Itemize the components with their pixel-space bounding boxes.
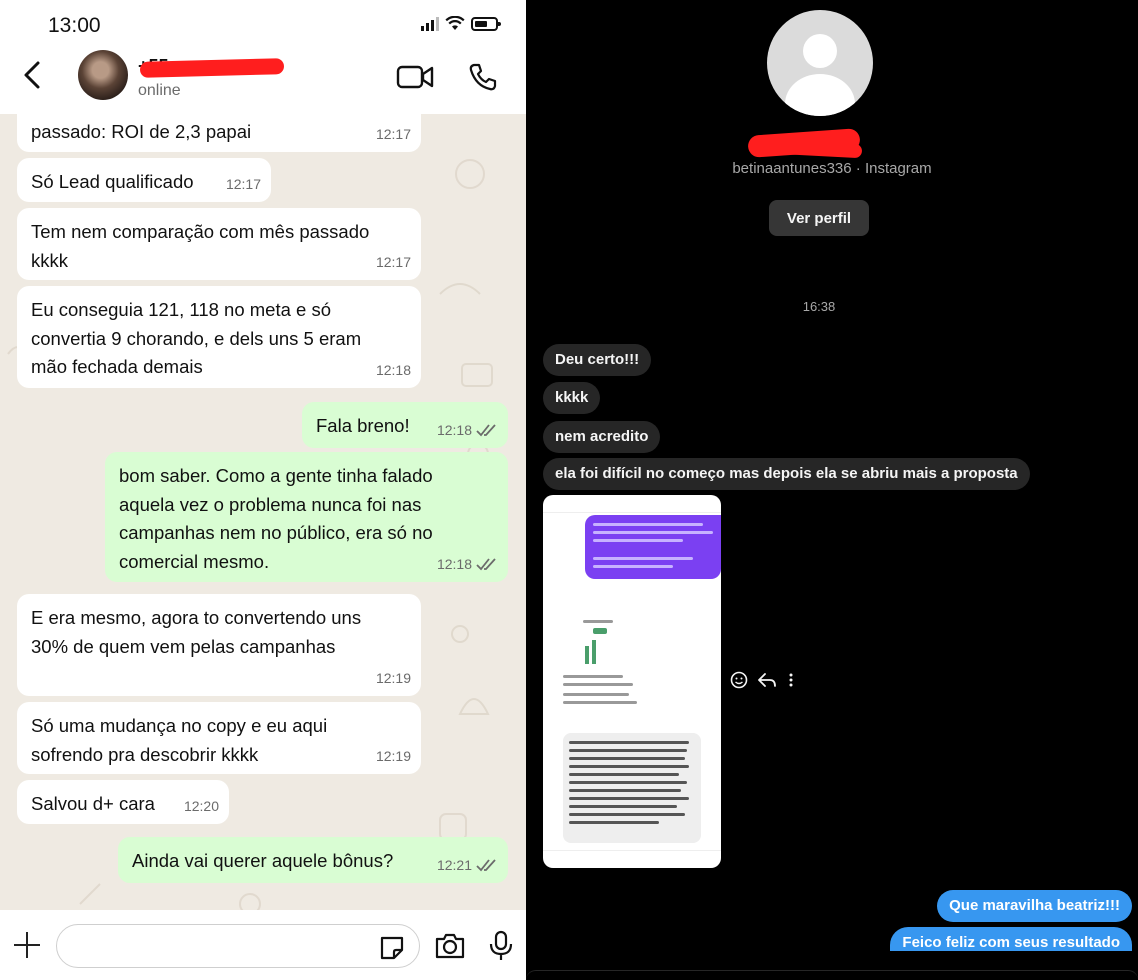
back-arrow-icon[interactable] [18, 60, 48, 90]
incoming-message[interactable]: Eu conseguia 121, 118 no meta e só conve… [17, 286, 421, 388]
message-input[interactable] [56, 924, 420, 968]
video-call-icon[interactable] [396, 64, 434, 90]
profile-avatar-placeholder[interactable] [767, 10, 873, 116]
double-check-icon [476, 424, 496, 437]
message-text: E era mesmo, agora to convertendo uns 30… [31, 607, 362, 657]
incoming-message[interactable]: E era mesmo, agora to convertendo uns 30… [17, 594, 421, 696]
time-divider: 16:38 [802, 299, 836, 314]
message-time: 12:18 [436, 421, 472, 438]
incoming-message[interactable]: ela foi difícil no começo mas depois ela… [543, 458, 1030, 490]
plus-icon[interactable] [14, 932, 40, 958]
wifi-icon [445, 16, 465, 30]
message-text: passado: ROI de 2,3 papai [31, 121, 252, 142]
contact-name[interactable]: +55 [138, 56, 285, 78]
outgoing-message[interactable]: Fala breno! 12:18 [302, 402, 508, 448]
view-profile-button[interactable]: Ver perfil [769, 200, 869, 236]
incoming-message[interactable]: Salvou d+ cara 12:20 [17, 780, 229, 824]
incoming-message[interactable]: Deu certo!!! [543, 344, 652, 376]
message-text: Só uma mudança no copy e eu aqui sofrend… [31, 715, 328, 765]
microphone-icon[interactable] [488, 930, 514, 962]
outgoing-message[interactable]: Feico feliz com seus resultado [890, 927, 1132, 951]
red-scribble-redaction [139, 58, 285, 78]
message-time: 12:17 [225, 175, 261, 192]
reply-icon[interactable] [757, 671, 777, 689]
chat-header: +55 online [0, 50, 526, 114]
incoming-message[interactable]: Tem nem comparação com mês passado kkkk … [17, 208, 421, 280]
message-time: 12:18 [375, 361, 411, 378]
camera-icon[interactable] [434, 932, 466, 960]
outgoing-message[interactable]: bom saber. Como a gente tinha falado aqu… [105, 452, 508, 582]
message-time: 12:19 [375, 747, 411, 764]
contact-status: online [138, 82, 181, 99]
incoming-message[interactable]: Só Lead qualificado 12:17 [17, 158, 271, 202]
message-text: Eu conseguia 121, 118 no meta e só conve… [31, 299, 362, 377]
message-input-edge [526, 970, 1138, 980]
battery-icon [471, 16, 501, 31]
incoming-message[interactable]: Só uma mudança no copy e eu aqui sofrend… [17, 702, 421, 774]
outgoing-message[interactable]: Que maravilha beatriz!!! [937, 890, 1132, 922]
phone-call-icon[interactable] [468, 62, 498, 92]
sticker-icon[interactable] [378, 934, 406, 962]
incoming-message[interactable]: passado: ROI de 2,3 papai 12:17 [17, 114, 421, 152]
message-text: Tem nem comparação com mês passado kkkk [31, 221, 370, 271]
cellular-signal-icon [421, 16, 439, 31]
message-time: 12:20 [183, 797, 219, 814]
message-time: 12:17 [375, 125, 411, 142]
message-text: bom saber. Como a gente tinha falado aqu… [119, 465, 433, 572]
incoming-message[interactable]: kkkk [543, 382, 601, 414]
message-time: 12:18 [436, 555, 472, 572]
instagram-dm-panel: betinaantunes336 · Instagram Ver perfil … [526, 0, 1138, 980]
contact-avatar[interactable] [78, 50, 128, 100]
shared-screenshot-image[interactable] [543, 495, 721, 868]
double-check-icon [476, 859, 496, 872]
message-list[interactable]: passado: ROI de 2,3 papai 12:17 Só Lead … [0, 114, 526, 910]
whatsapp-panel: 13:00 +55 online [0, 0, 526, 980]
react-emoji-icon[interactable] [730, 671, 748, 689]
outgoing-message[interactable]: Ainda vai querer aquele bônus? 12:21 [118, 837, 508, 883]
message-time: 12:17 [375, 253, 411, 270]
incoming-message[interactable]: nem acredito [543, 421, 661, 453]
message-time: 12:21 [436, 856, 472, 873]
profile-username: betinaantunes336 · Instagram [732, 160, 932, 177]
message-composer [0, 910, 526, 980]
status-bar: 13:00 [0, 0, 526, 50]
double-check-icon [476, 558, 496, 571]
message-text: Só Lead qualificado [31, 171, 194, 192]
more-options-icon[interactable] [788, 671, 794, 689]
status-time: 13:00 [48, 14, 101, 37]
message-time: 12:19 [375, 669, 411, 686]
